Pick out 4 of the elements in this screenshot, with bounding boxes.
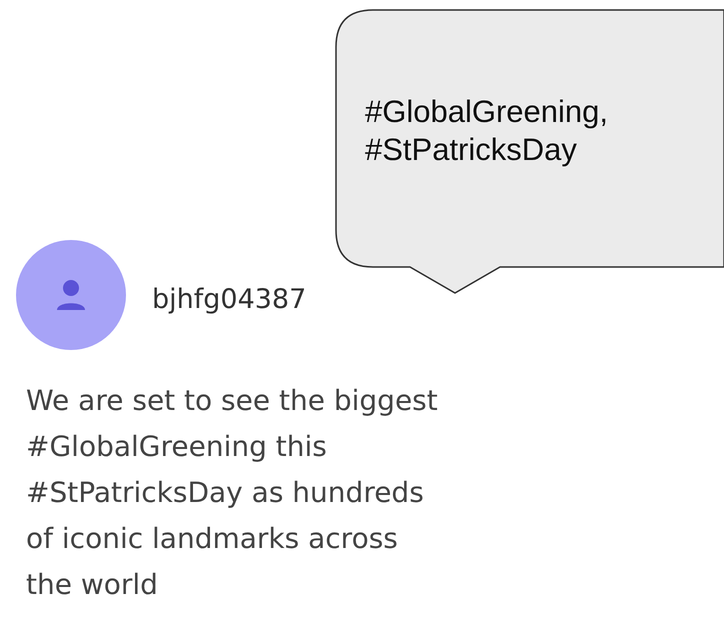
post-text: We are set to see the biggest #GlobalGreening this #StPatricksDay as hundreds of iconic landmarks across the world (26, 383, 439, 603)
callout-text: #GlobalGreening, #StPatricksDay (365, 93, 608, 169)
person-icon (56, 279, 86, 311)
username: bjhfg04387 (152, 284, 306, 314)
